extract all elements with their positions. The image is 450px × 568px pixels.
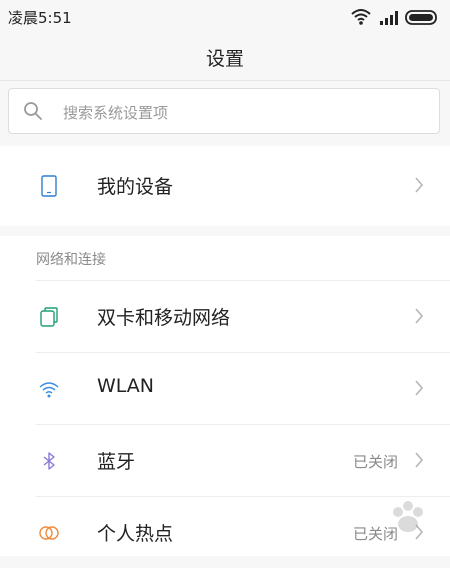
- divider: [36, 352, 450, 353]
- status-bar: 凌晨5:51: [0, 0, 450, 34]
- divider: [36, 280, 450, 281]
- section-header-network: 网络和连接: [36, 252, 106, 268]
- status-time: 凌晨5:51: [8, 9, 72, 27]
- chevron-right-icon: [414, 380, 424, 400]
- chevron-right-icon: [414, 452, 424, 472]
- divider: [36, 424, 450, 425]
- settings-item-bluetooth[interactable]: 蓝牙 已关闭: [0, 426, 450, 496]
- chevron-right-icon: [414, 177, 424, 197]
- phone-icon: [38, 175, 60, 197]
- my-device-label: 我的设备: [97, 176, 174, 198]
- search-input[interactable]: 搜索系统设置项: [8, 88, 440, 134]
- wifi-icon: [38, 378, 60, 400]
- title-bar: 设置: [0, 34, 450, 81]
- chevron-right-icon: [414, 308, 424, 328]
- settings-item-dual-sim[interactable]: 双卡和移动网络: [0, 282, 450, 352]
- divider: [36, 496, 450, 497]
- battery-icon: [405, 10, 437, 25]
- bluetooth-label: 蓝牙: [97, 451, 136, 473]
- wlan-label: WLAN: [97, 375, 155, 397]
- status-icons: [350, 7, 442, 27]
- wifi-icon: [351, 9, 371, 25]
- watermark-logo: [336, 498, 446, 548]
- sim-cards-icon: [38, 306, 60, 328]
- dual-sim-label: 双卡和移动网络: [97, 307, 231, 329]
- search-placeholder: 搜索系统设置项: [63, 104, 169, 122]
- search-area: 搜索系统设置项: [0, 81, 450, 145]
- bluetooth-icon: [38, 450, 60, 472]
- hotspot-label: 个人热点: [97, 523, 174, 545]
- settings-item-my-device[interactable]: 我的设备: [0, 151, 450, 221]
- search-icon: [23, 101, 43, 125]
- hotspot-icon: [38, 522, 60, 544]
- bluetooth-status: 已关闭: [352, 453, 398, 471]
- signal-icon: [380, 11, 398, 25]
- my-device-card: 我的设备: [0, 146, 450, 226]
- settings-item-wlan[interactable]: WLAN: [0, 354, 450, 424]
- page-title: 设置: [205, 48, 244, 70]
